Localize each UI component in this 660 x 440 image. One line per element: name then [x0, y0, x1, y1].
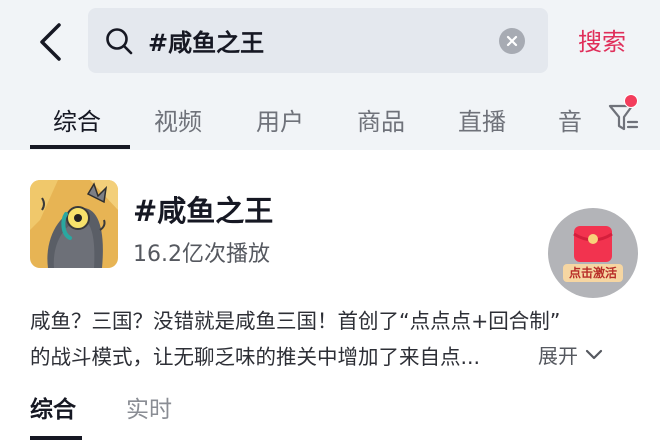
tab-music[interactable]: 音: [558, 102, 582, 137]
search-input[interactable]: [148, 20, 488, 60]
description-line: 咸鱼？三国？没错就是咸鱼三国！首创了“点点点+回合制”: [30, 309, 561, 333]
chevron-left-icon: [40, 23, 61, 61]
red-packet-icon: [573, 226, 613, 262]
tab-videos[interactable]: 视频: [154, 102, 202, 137]
active-subtab-indicator: [30, 436, 82, 440]
play-count: 16.2亿次播放: [133, 242, 270, 267]
tab-users[interactable]: 用户: [256, 102, 304, 137]
clear-icon[interactable]: [499, 28, 525, 54]
topic-title: #咸鱼之王: [133, 194, 274, 228]
subtab-comprehensive[interactable]: 综合: [30, 390, 76, 424]
subtab-realtime[interactable]: 实时: [126, 390, 172, 424]
description-line: 的战斗模式，让无聊乏味的推关中增加了来自点...: [30, 345, 481, 369]
red-packet-label: 点击激活: [563, 264, 623, 282]
search-icon: [106, 28, 133, 55]
red-packet-button[interactable]: 点击激活: [548, 208, 638, 298]
topic-thumbnail[interactable]: [30, 180, 118, 268]
topic-description: 咸鱼？三国？没错就是咸鱼三国！首创了“点点点+回合制” 的战斗模式，让无聊乏味的…: [30, 303, 620, 375]
back-button[interactable]: [28, 20, 72, 64]
tab-live[interactable]: 直播: [458, 102, 506, 137]
category-tabs: 综合 视频 用户 商品 直播 音: [0, 92, 600, 150]
search-submit-button[interactable]: 搜索: [578, 22, 626, 57]
active-tab-indicator: [30, 145, 130, 149]
tab-comprehensive[interactable]: 综合: [53, 102, 101, 137]
expand-button[interactable]: 展开: [538, 340, 604, 369]
filter-button[interactable]: [606, 94, 640, 136]
expand-label: 展开: [538, 344, 578, 368]
search-box[interactable]: [88, 8, 548, 73]
notification-dot: [624, 94, 638, 108]
chevron-down-icon: [585, 349, 603, 359]
tab-products[interactable]: 商品: [357, 102, 405, 137]
